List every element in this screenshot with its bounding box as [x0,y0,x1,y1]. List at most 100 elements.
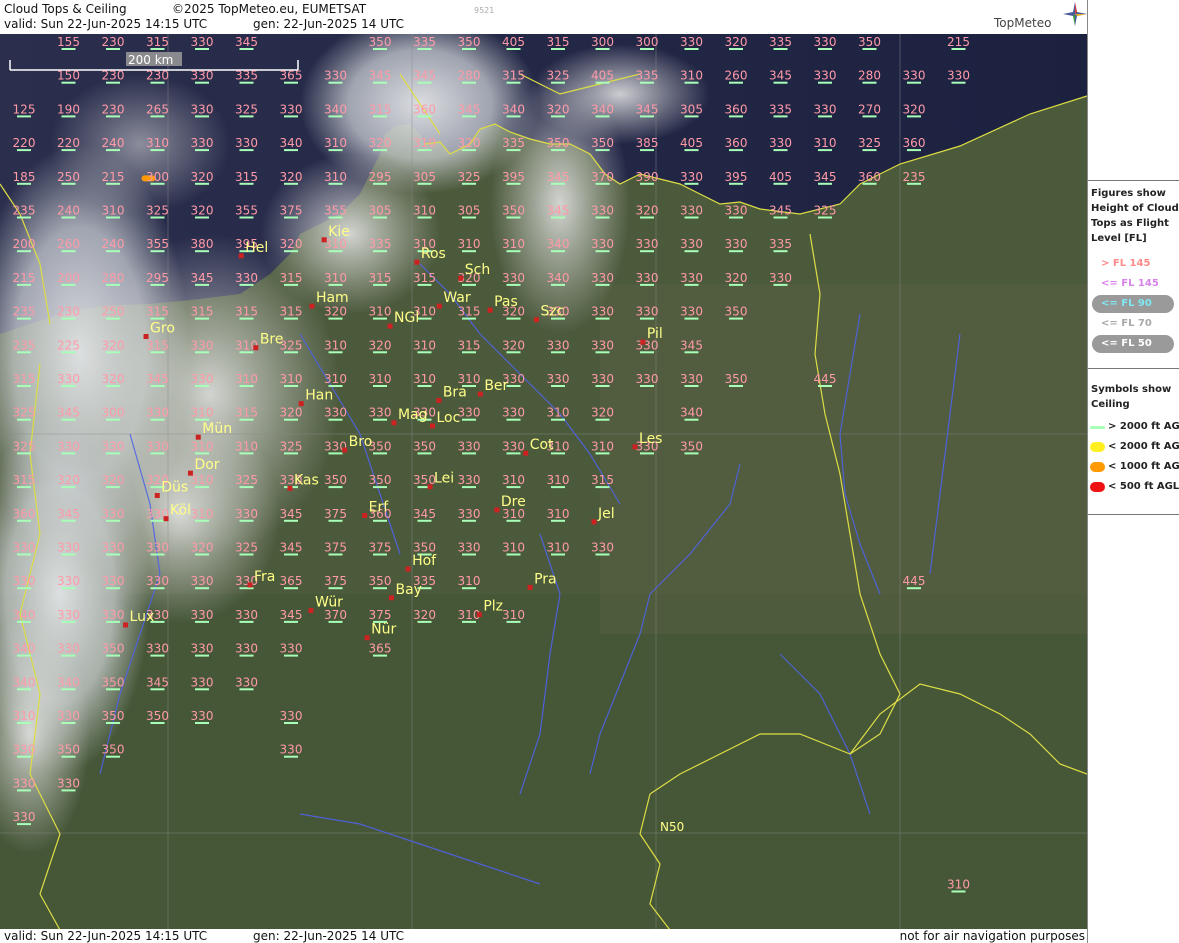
cloud-top-value: 320 [191,170,214,184]
cloud-top-value: 310 [547,406,570,420]
cloud-top-value: 350 [369,473,392,487]
cloud-top-value: 310 [502,541,525,555]
cloud-top-value: 330 [57,541,80,555]
cloud-top-value: 310 [13,709,36,723]
cloud-top-value: 330 [903,69,926,83]
cloud-top-value: 330 [235,136,258,150]
cloud-top-value: 330 [235,675,258,689]
cloud-top-value: 310 [324,136,347,150]
ceiling-legend-label: < 1000 ft AGL [1108,461,1179,472]
cloud-top-value: 240 [57,204,80,218]
cloud-top-value: 330 [191,372,214,386]
city-label: Ham [316,290,349,306]
cloud-top-value: 330 [814,69,837,83]
cloud-top-value: 345 [146,675,169,689]
cloud-top-value: 315 [13,372,36,386]
cloud-top-value: 355 [235,204,258,218]
cloud-top-value: 330 [458,507,481,521]
cloud-top-value: 155 [57,35,80,49]
cloud-top-value: 300 [146,170,169,184]
city-marker [494,507,500,513]
city-marker [309,303,315,309]
city-marker [458,275,464,281]
cloud-top-value: 345 [191,271,214,285]
city-marker [436,397,442,403]
cloud-top-value: 330 [502,271,525,285]
cloud-top-value: 340 [13,642,36,656]
ceiling-legend-item: > 2000 ft AGL [1090,419,1179,435]
cloud-top-value: 360 [413,102,436,116]
copyright-text: ©2025 TopMeteo.eu, EUMETSAT [172,2,367,16]
city-label: Gro [150,321,175,337]
city-label: Kas [294,472,319,488]
cloud-top-value: 330 [591,204,614,218]
cloud-top-value: 350 [102,709,125,723]
cloud-top-value: 385 [636,136,659,150]
cloud-top-value: 330 [235,642,258,656]
cloud-top-value: 340 [680,406,703,420]
city-marker [405,566,411,572]
cloud-top-value: 445 [814,372,837,386]
cloud-top-value: 350 [458,35,481,49]
cloud-top-value: 310 [324,170,347,184]
ceiling-symbol-icon [1090,442,1105,452]
city-marker [429,423,435,429]
cloud-top-value: 340 [502,102,525,116]
city-label: Bro [349,434,373,450]
cloud-top-value: 345 [636,102,659,116]
cloud-top-value: 305 [413,170,436,184]
map-header: Cloud Tops & Ceiling ©2025 TopMeteo.eu, … [0,0,1087,34]
city-marker [527,584,533,590]
city-label: Ros [421,246,446,262]
cloud-top-value: 330 [369,406,392,420]
cloud-top-value: 300 [636,35,659,49]
ceiling-legend-label: < 2000 ft AGL [1108,441,1179,452]
cloud-top-value: 260 [725,69,748,83]
city-marker [253,345,259,351]
cloud-top-value: 330 [191,608,214,622]
cloud-top-value: 330 [191,102,214,116]
legend-divider [1088,514,1179,515]
cloud-top-value: 350 [502,204,525,218]
cloud-top-value: 305 [458,204,481,218]
cloud-top-value: 360 [13,507,36,521]
ceiling-legend-label: > 2000 ft AGL [1108,421,1179,432]
cloud-top-value: 230 [57,305,80,319]
cloud-top-value: 315 [146,338,169,352]
cloud-top-value: 315 [280,271,303,285]
cloud-top-value: 330 [458,473,481,487]
cloud-top-value: 395 [502,170,525,184]
cloud-top-value: 405 [680,136,703,150]
cloud-top-value: 310 [191,439,214,453]
map-view[interactable]: 200 km N50 155 230 315 330 345 350 335 350 405 31… [0,34,1087,930]
cloud-top-value: 330 [13,574,36,588]
cloud-top-value: 320 [903,102,926,116]
cloud-top-value: 320 [102,372,125,386]
city-marker [632,444,638,450]
cloud-top-value: 320 [458,136,481,150]
city-marker [247,582,253,588]
cloud-top-value: 345 [547,170,570,184]
city-label: Hel [245,240,268,256]
cloud-top-value: 320 [636,204,659,218]
city-label: Han [305,388,333,404]
city-marker [364,635,370,641]
cloud-top-value: 325 [280,439,303,453]
city-label: Köl [170,503,191,519]
cloud-top-value: 330 [547,338,570,352]
cloud-top-value: 240 [102,237,125,251]
city-label: Loc [436,410,460,426]
cloud-top-value: 310 [502,473,525,487]
cloud-top-value: 220 [13,136,36,150]
city-marker [321,237,327,243]
cloud-top-value: 315 [146,35,169,49]
ceiling-legend-label: < 500 ft AGL [1108,481,1179,492]
cloud-top-value: 345 [280,608,303,622]
cloud-top-value: 330 [13,541,36,555]
cloud-top-value: 310 [191,406,214,420]
cloud-top-value: 310 [413,136,436,150]
cloud-top-value: 310 [413,372,436,386]
cloud-top-value: 350 [547,136,570,150]
cloud-top-value: 325 [13,406,36,420]
cloud-top-value: 330 [947,69,970,83]
